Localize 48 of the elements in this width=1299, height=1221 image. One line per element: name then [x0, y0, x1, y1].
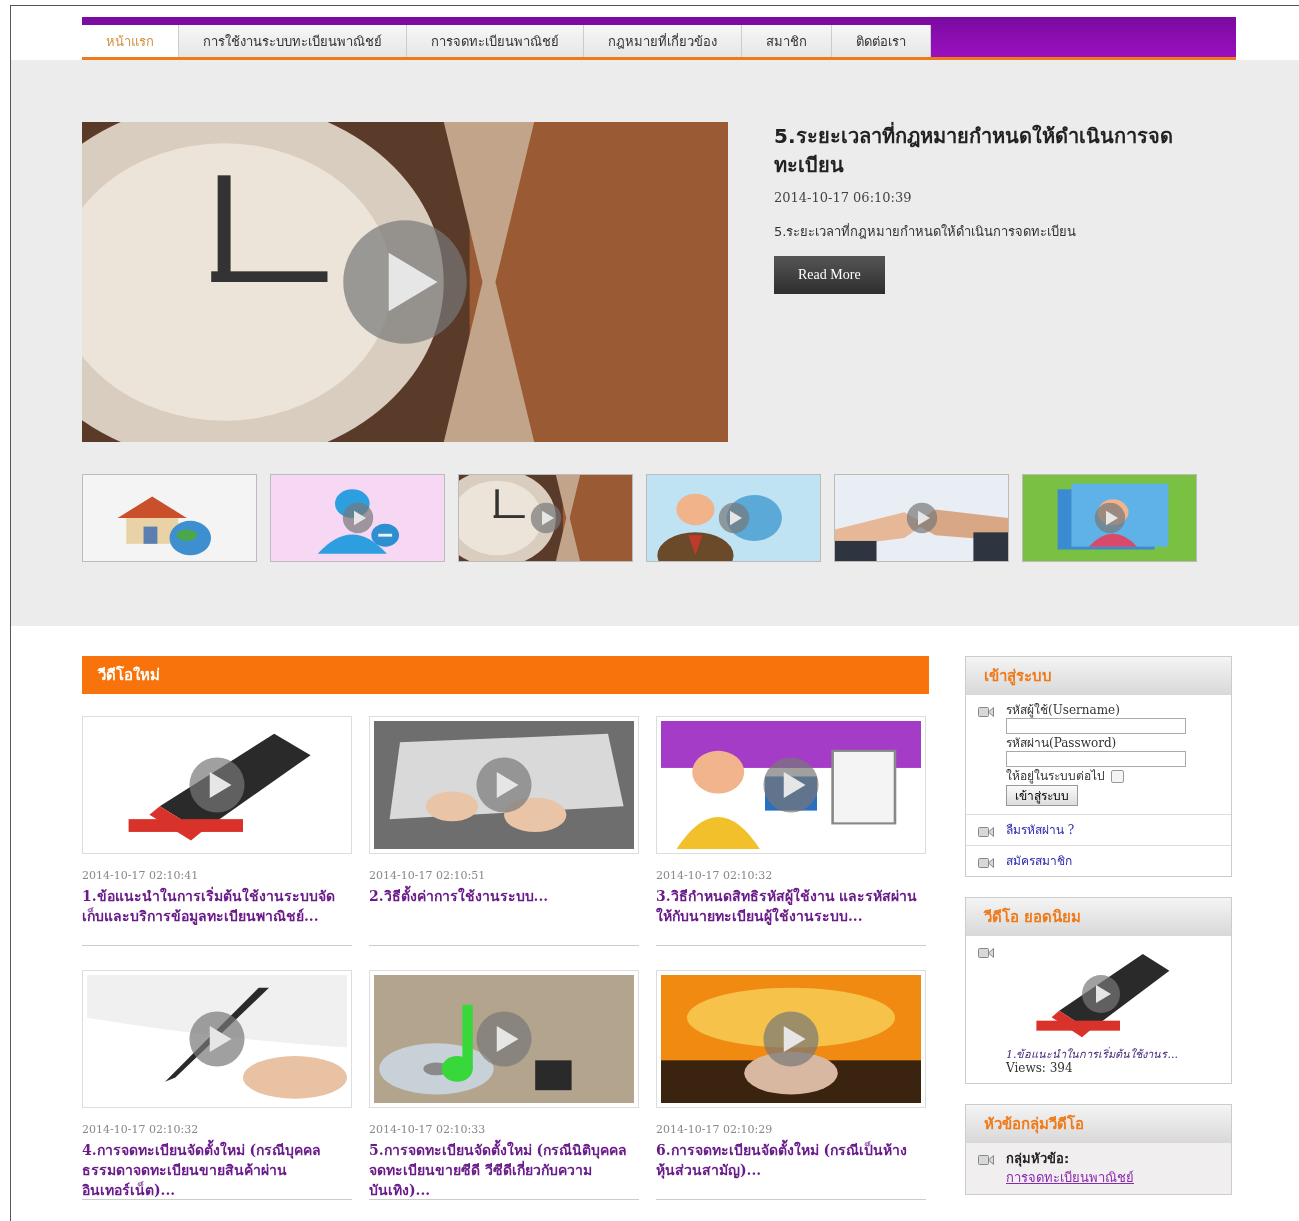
article-title[interactable]: 5.ระยะเวลาที่กฎหมายกำหนดให้ดำเนินการจดทะเบียน	[774, 122, 1202, 180]
play-icon[interactable]	[188, 756, 246, 814]
panel-heading: วีดีโอ ยอดนิยม	[966, 898, 1231, 936]
play-icon[interactable]	[340, 217, 470, 347]
video-title-link[interactable]: 1.ข้อแนะนำในการเริ่มต้นใช้งานร...	[1006, 1048, 1196, 1061]
nav-tab[interactable]: สมาชิก	[742, 25, 832, 57]
video-date: 2014-10-17 02:10:41	[82, 869, 200, 882]
nav-tab[interactable]: ติดต่อเรา	[832, 25, 931, 57]
video-title-link[interactable]: 1.ข้อแนะนำในการเริ่มต้นใช้งานระบบจัดเก็บและบริการข้อมูลทะเบียนพาณิชย์...	[82, 886, 352, 926]
username-field[interactable]	[1006, 718, 1186, 734]
video-date: 2014-10-17 02:10:32	[82, 1123, 200, 1136]
video-camera-icon	[978, 858, 994, 868]
login-button[interactable]: เข้าสู่ระบบ	[1006, 785, 1078, 806]
read-more-button[interactable]: Read More	[774, 256, 885, 294]
group-link[interactable]: การจดทะเบียนพาณิชย์	[1006, 1170, 1134, 1185]
group-label: กลุ่มหัวข้อ:	[1006, 1151, 1071, 1167]
video-camera-icon	[978, 827, 994, 837]
nav-tab[interactable]: การใช้งานระบบทะเบียนพาณิชย์	[179, 25, 407, 57]
play-icon[interactable]	[529, 502, 562, 534]
video-title-link[interactable]: 2.วิธีตั้งค่าการใช้งานระบบ...	[369, 886, 639, 906]
nav-tab[interactable]: กฎหมายที่เกี่ยวข้อง	[584, 25, 742, 57]
panel-heading: เข้าสู่ระบบ	[966, 657, 1231, 695]
video-title-link[interactable]: 5.การจดทะเบียนจัดตั้งใหม่ (กรณีนิติบุคคลจดทะเบียนขายซีดี วีซีดีเกี่ยวกับความบันเทิง)...	[369, 1140, 639, 1199]
video-camera-icon	[978, 1155, 994, 1165]
video-title-link[interactable]: 6.การจดทะเบียนจัดตั้งใหม่ (กรณีเป็นห้างหุ้นส่วนสามัญ)...	[656, 1140, 926, 1180]
video-date: 2014-10-17 02:10:33	[369, 1123, 487, 1136]
video-date: 2014-10-17 02:10:29	[656, 1123, 774, 1136]
view-count: Views: 394	[1006, 1061, 1074, 1075]
remember-label: ให้อยู่ในระบบต่อไป	[1006, 769, 1105, 783]
play-icon[interactable]	[1081, 974, 1121, 1014]
video-title-link[interactable]: 4.การจดทะเบียนจัดตั้งใหม่ (กรณีบุคคลธรรมดาจดทะเบียนขายสินค้าผ่านอินเทอร์เน็ต)...	[82, 1140, 352, 1199]
article-date: 2014-10-17 06:10:39	[774, 190, 913, 205]
password-label: รหัสผ่าน(Password)	[1006, 736, 1117, 750]
nav-tab[interactable]: การจดทะเบียนพาณิชย์	[407, 25, 584, 57]
sidebar-link[interactable]: ลืมรหัสผ่าน ?	[1006, 823, 1075, 837]
password-field[interactable]	[1006, 751, 1186, 767]
panel-heading: หัวข้อกลุ่มวีดีโอ	[966, 1105, 1231, 1143]
video-camera-icon	[978, 948, 994, 958]
video-title-link[interactable]: 3.วิธีกำหนดสิทธิรหัสผู้ใช้งาน และรหัสผ่านให้กับนายทะเบียนผู้ใช้งานระบบ...	[656, 886, 926, 926]
section-heading: วีดีโอใหม่	[82, 656, 929, 694]
video-date: 2014-10-17 02:10:32	[656, 869, 774, 882]
username-label: รหัสผู้ใช้(Username)	[1006, 703, 1120, 717]
article-summary: 5.ระยะเวลาที่กฎหมายกำหนดให้ดำเนินการจดทะเบียน	[774, 222, 1078, 241]
remember-checkbox[interactable]	[1111, 769, 1124, 783]
sidebar-link[interactable]: สมัครสมาชิก	[1006, 854, 1072, 868]
video-date: 2014-10-17 02:10:51	[369, 869, 487, 882]
video-camera-icon	[978, 707, 994, 717]
play-icon[interactable]	[188, 1010, 246, 1068]
